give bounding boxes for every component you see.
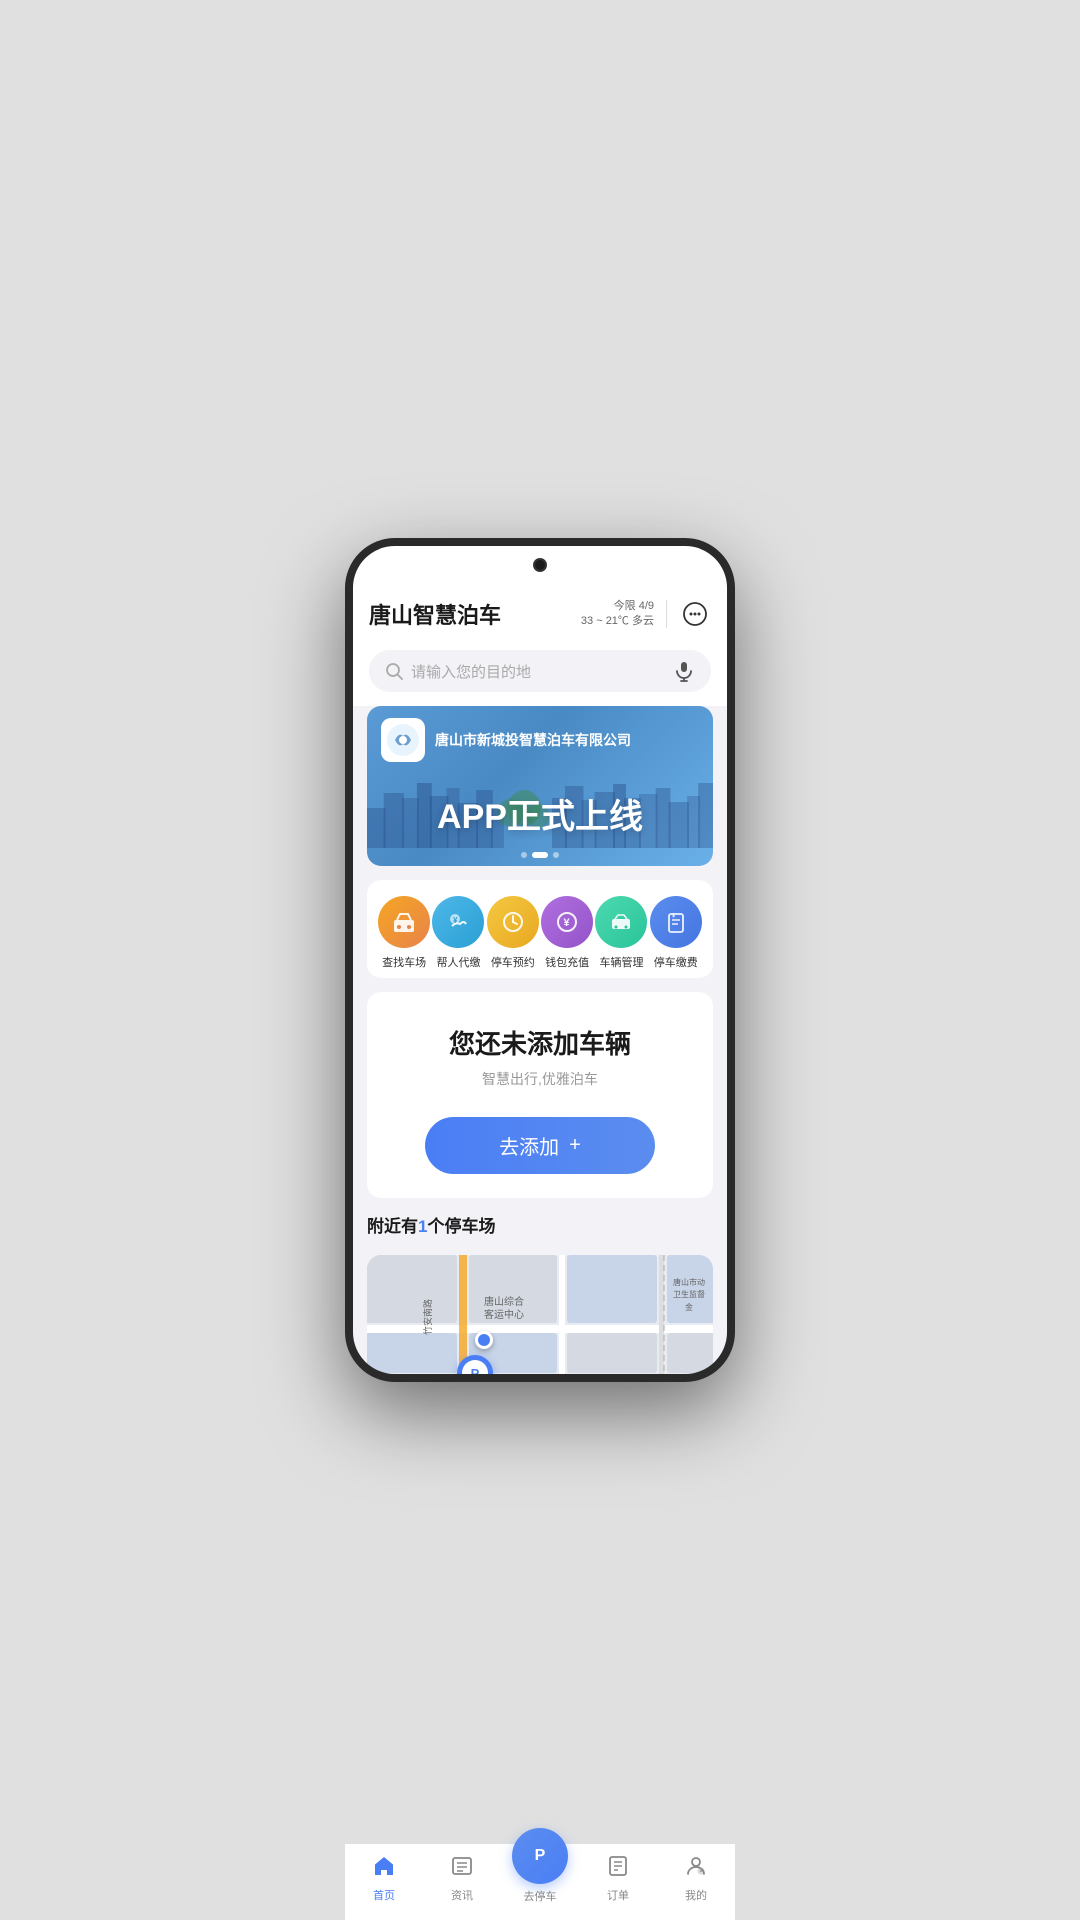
app-title: 唐山智慧泊车 <box>369 598 501 630</box>
map-background: 唐山综合 客运中心 竹安南路 唐山市动 卫生监督 金 P <box>367 1255 713 1374</box>
banner-dots <box>521 852 559 858</box>
add-vehicle-btn-icon: + <box>569 1134 581 1157</box>
banner-company: 唐山市新城投智慧泊车有限公司 <box>435 730 631 750</box>
search-area: 请输入您的目的地 <box>353 642 727 706</box>
chat-icon-btn[interactable] <box>679 598 711 630</box>
svg-text:金: 金 <box>685 1302 693 1312</box>
user-location-pin <box>475 1331 493 1349</box>
weather-limit: 今限 4/9 <box>581 599 654 614</box>
svg-text:客运中心: 客运中心 <box>484 1308 524 1321</box>
weather-temp: 33 ~ 21℃ 多云 <box>581 614 654 629</box>
nearby-section: 附近有1个停车场 <box>353 1212 727 1255</box>
actions-row: 查找车场 ¥ 帮人代缴 <box>377 896 703 970</box>
find-lot-label: 查找车场 <box>382 954 426 970</box>
wallet-label: 钱包充值 <box>545 954 589 970</box>
mic-icon[interactable] <box>673 660 695 682</box>
add-vehicle-button[interactable]: 去添加 + <box>425 1117 655 1174</box>
banner-logo <box>381 718 425 762</box>
search-icon <box>385 662 403 680</box>
header: 唐山智慧泊车 今限 4/9 33 ~ 21℃ 多云 <box>353 590 727 642</box>
action-reserve[interactable]: 停车预约 <box>486 896 540 970</box>
action-wallet[interactable]: ¥ 钱包充值 <box>540 896 594 970</box>
nearby-suffix: 个停车场 <box>427 1217 495 1236</box>
dot-2 <box>532 852 548 858</box>
action-fee[interactable]: ¥ 停车缴费 <box>649 896 703 970</box>
header-right: 今限 4/9 33 ~ 21℃ 多云 <box>581 598 711 630</box>
svg-text:¥: ¥ <box>672 914 676 920</box>
vehicle-empty-sub: 智慧出行,优雅泊车 <box>387 1069 693 1089</box>
reserve-icon <box>487 896 539 948</box>
quick-actions: 查找车场 ¥ 帮人代缴 <box>367 880 713 978</box>
svg-text:唐山市动: 唐山市动 <box>673 1277 705 1287</box>
map-svg: 唐山综合 客运中心 竹安南路 唐山市动 卫生监督 金 <box>367 1255 713 1374</box>
reserve-label: 停车预约 <box>491 954 535 970</box>
svg-text:竹安南路: 竹安南路 <box>422 1299 433 1335</box>
vehicle-card: 您还未添加车辆 智慧出行,优雅泊车 去添加 + <box>367 992 713 1198</box>
action-find-lot[interactable]: 查找车场 <box>377 896 431 970</box>
search-placeholder: 请输入您的目的地 <box>411 661 665 682</box>
wallet-icon: ¥ <box>541 896 593 948</box>
action-vehicle[interactable]: 车辆管理 <box>594 896 648 970</box>
camera <box>533 558 547 572</box>
svg-text:¥: ¥ <box>453 916 458 925</box>
header-divider <box>666 600 667 628</box>
dot-1 <box>521 852 527 858</box>
svg-text:卫生监督: 卫生监督 <box>673 1289 705 1299</box>
vehicle-empty-title: 您还未添加车辆 <box>387 1024 693 1061</box>
vehicle-label: 车辆管理 <box>599 954 643 970</box>
parking-p-icon: P <box>462 1360 488 1374</box>
fee-icon: ¥ <box>650 896 702 948</box>
svg-text:¥: ¥ <box>564 917 571 929</box>
pay-others-label: 帮人代缴 <box>436 954 480 970</box>
add-vehicle-btn-label: 去添加 <box>499 1131 559 1160</box>
dot-3 <box>553 852 559 858</box>
banner-main-text: APP正式上线 <box>367 789 713 838</box>
pay-others-icon: ¥ <box>432 896 484 948</box>
vehicle-icon <box>595 896 647 948</box>
find-lot-icon <box>378 896 430 948</box>
banner: 唐山市新城投智慧泊车有限公司 <box>367 706 713 866</box>
action-pay-others[interactable]: ¥ 帮人代缴 <box>431 896 485 970</box>
nearby-title: 附近有1个停车场 <box>367 1212 713 1237</box>
fee-label: 停车缴费 <box>654 954 698 970</box>
weather-info: 今限 4/9 33 ~ 21℃ 多云 <box>581 599 654 630</box>
search-bar[interactable]: 请输入您的目的地 <box>369 650 711 692</box>
banner-top: 唐山市新城投智慧泊车有限公司 <box>367 706 713 770</box>
nearby-prefix: 附近有 <box>367 1217 418 1236</box>
map-container[interactable]: 唐山综合 客运中心 竹安南路 唐山市动 卫生监督 金 P <box>367 1255 713 1374</box>
svg-text:唐山综合: 唐山综合 <box>484 1295 524 1308</box>
